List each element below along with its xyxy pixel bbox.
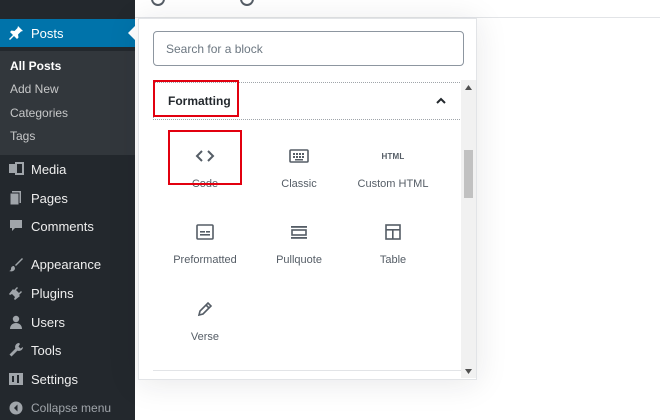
info-icon[interactable] — [240, 0, 254, 6]
panel-divider — [153, 370, 464, 371]
active-indicator — [128, 26, 135, 40]
collapse-menu-button[interactable]: Collapse menu — [0, 394, 135, 420]
users-icon — [8, 314, 24, 330]
block-label: Code — [191, 178, 219, 190]
block-list: Formatting Code Classic HTML Custom HTML — [153, 80, 464, 380]
chevron-up-icon — [436, 97, 446, 104]
submenu-tags[interactable]: Tags — [10, 129, 35, 143]
formatting-panel-toggle[interactable]: Formatting — [153, 82, 464, 120]
table-icon — [384, 220, 402, 244]
plugins-icon — [8, 285, 24, 301]
editor-toolbar — [135, 0, 660, 18]
block-item-verse[interactable]: Verse — [159, 288, 251, 360]
submenu-add-new[interactable]: Add New — [10, 82, 59, 96]
settings-icon — [8, 371, 24, 387]
sidebar-item-media[interactable]: Media — [0, 155, 135, 183]
pushpin-icon — [8, 25, 24, 41]
code-icon — [195, 144, 215, 168]
collapse-menu-label: Collapse menu — [31, 401, 112, 415]
verse-icon — [196, 297, 214, 321]
block-label: Classic — [281, 178, 317, 190]
sidebar-item-label: Comments — [31, 218, 94, 234]
sidebar-item-appearance[interactable]: Appearance — [0, 250, 135, 278]
submenu-categories[interactable]: Categories — [10, 106, 68, 120]
add-block-icon[interactable] — [151, 0, 165, 6]
appearance-icon — [8, 256, 24, 272]
sidebar-item-settings[interactable]: Settings — [0, 365, 135, 393]
html-icon: HTML — [381, 151, 405, 161]
sidebar-item-tools[interactable]: Tools — [0, 336, 135, 364]
panel-title: Formatting — [168, 94, 231, 108]
block-inserter-popover: Formatting Code Classic HTML Custom HTML — [138, 18, 477, 380]
tools-icon — [8, 342, 24, 358]
block-item-pullquote[interactable]: Pullquote — [253, 211, 345, 283]
scroll-thumb[interactable] — [464, 150, 473, 198]
sidebar-item-label: Settings — [31, 371, 78, 387]
sidebar-item-posts[interactable]: Posts — [0, 19, 135, 47]
preformatted-icon — [195, 220, 215, 244]
submenu-all-posts[interactable]: All Posts — [10, 59, 61, 73]
keyboard-icon — [289, 144, 309, 168]
media-icon — [8, 161, 24, 177]
block-item-classic[interactable]: Classic — [253, 135, 345, 207]
block-item-table[interactable]: Table — [347, 211, 439, 283]
pullquote-icon — [289, 220, 309, 244]
pages-icon — [8, 190, 24, 206]
scroll-down-arrow-icon[interactable] — [461, 364, 476, 378]
sidebar-item-label: Pages — [31, 190, 68, 206]
block-label: Verse — [190, 331, 220, 343]
sidebar-item-label: Appearance — [31, 256, 102, 272]
block-item-custom-html[interactable]: HTML Custom HTML — [347, 135, 439, 207]
admin-sidebar: Posts All Posts Add New Categories Tags … — [0, 0, 135, 420]
scroll-up-arrow-icon[interactable] — [461, 80, 476, 94]
block-label: Preformatted — [173, 254, 237, 266]
block-label: Custom HTML — [357, 178, 429, 190]
block-label: Pullquote — [276, 254, 322, 266]
sidebar-item-label: Plugins — [31, 285, 74, 301]
inserter-scrollbar[interactable] — [461, 80, 476, 378]
comments-icon — [8, 218, 24, 234]
block-item-code[interactable]: Code — [159, 135, 251, 207]
block-label: Table — [379, 254, 407, 266]
block-item-preformatted[interactable]: Preformatted — [159, 211, 251, 283]
sidebar-item-users[interactable]: Users — [0, 308, 135, 336]
collapse-arrow-icon — [8, 400, 24, 416]
sidebar-item-pages[interactable]: Pages — [0, 184, 135, 212]
sidebar-item-plugins[interactable]: Plugins — [0, 279, 135, 307]
sidebar-item-label: Media — [31, 161, 67, 177]
block-search-input[interactable] — [153, 31, 464, 66]
sidebar-item-label: Tools — [31, 342, 62, 358]
sidebar-item-label: Posts — [31, 25, 64, 41]
posts-submenu: All Posts Add New Categories Tags — [0, 51, 135, 155]
sidebar-item-comments[interactable]: Comments — [0, 212, 135, 240]
sidebar-item-label: Users — [31, 314, 65, 330]
